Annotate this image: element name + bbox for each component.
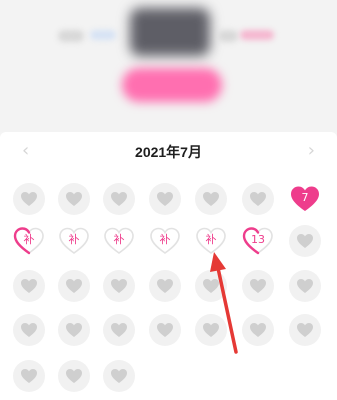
day-number: 7 — [301, 191, 309, 204]
day-cell-makeup[interactable]: 补 — [13, 225, 45, 257]
day-cell-empty[interactable] — [13, 183, 45, 215]
blurred-avatar — [130, 8, 210, 56]
day-cell-makeup[interactable]: 补 — [58, 225, 90, 257]
heart-icon — [21, 279, 37, 293]
makeup-label: 补 — [113, 233, 125, 246]
day-cell-empty[interactable] — [289, 225, 321, 257]
day-cell-filled[interactable]: 7 — [289, 183, 321, 215]
heart-icon — [66, 369, 82, 383]
heart-icon — [66, 279, 82, 293]
day-cell-today[interactable]: 13 — [242, 225, 274, 257]
blurred-text — [58, 30, 84, 42]
heart-icon — [203, 323, 219, 337]
day-cell-empty[interactable] — [58, 183, 90, 215]
heart-icon — [203, 192, 219, 206]
heart-icon — [297, 279, 313, 293]
heart-icon — [297, 323, 313, 337]
day-cell-empty[interactable] — [242, 183, 274, 215]
heart-icon — [111, 323, 127, 337]
heart-icon — [203, 279, 219, 293]
day-cell-empty[interactable] — [103, 314, 135, 346]
day-cell-empty[interactable] — [58, 360, 90, 392]
day-cell-empty[interactable] — [149, 270, 181, 302]
blurred-text — [218, 30, 238, 42]
day-cell-empty[interactable] — [289, 314, 321, 346]
heart-icon — [111, 369, 127, 383]
heart-icon — [250, 192, 266, 206]
day-cell-empty[interactable] — [242, 270, 274, 302]
heart-icon — [250, 279, 266, 293]
day-cell-empty[interactable] — [103, 270, 135, 302]
day-cell-empty[interactable] — [149, 314, 181, 346]
blurred-badge — [90, 30, 116, 40]
heart-icon — [66, 192, 82, 206]
heart-icon — [297, 234, 313, 248]
day-cell-empty[interactable] — [13, 360, 45, 392]
day-cell-empty[interactable] — [289, 270, 321, 302]
day-cell-empty[interactable] — [58, 314, 90, 346]
day-cell-empty[interactable] — [149, 183, 181, 215]
day-cell-empty[interactable] — [58, 270, 90, 302]
heart-icon — [111, 279, 127, 293]
heart-icon — [250, 323, 266, 337]
heart-icon — [21, 369, 37, 383]
day-cell-empty[interactable] — [13, 314, 45, 346]
blurred-header — [0, 0, 337, 132]
next-month-button[interactable]: › — [308, 140, 315, 161]
day-cell-makeup[interactable]: 补 — [149, 225, 181, 257]
heart-icon — [157, 323, 173, 337]
heart-icon — [111, 192, 127, 206]
day-cell-empty[interactable] — [195, 183, 227, 215]
heart-icon — [21, 323, 37, 337]
heart-icon — [66, 323, 82, 337]
heart-icon — [157, 279, 173, 293]
day-cell-empty[interactable] — [195, 314, 227, 346]
makeup-label: 补 — [159, 233, 171, 246]
makeup-label: 补 — [205, 233, 217, 246]
makeup-label: 补 — [68, 233, 80, 246]
heart-icon — [157, 192, 173, 206]
blurred-badge — [240, 30, 274, 40]
heart-icon — [21, 192, 37, 206]
day-cell-empty[interactable] — [103, 183, 135, 215]
blurred-action-button[interactable] — [122, 68, 222, 102]
day-cell-empty[interactable] — [195, 270, 227, 302]
makeup-label: 补 — [23, 233, 35, 246]
checkin-calendar: ‹ 2021年7月 › 7 补补补补补 13 — [0, 132, 337, 400]
day-number: 13 — [251, 233, 265, 246]
day-cell-makeup[interactable]: 补 — [103, 225, 135, 257]
day-cell-empty[interactable] — [242, 314, 274, 346]
day-cell-empty[interactable] — [103, 360, 135, 392]
day-cell-makeup[interactable]: 补 — [195, 225, 227, 257]
day-cell-empty[interactable] — [13, 270, 45, 302]
month-title: 2021年7月 — [135, 144, 202, 160]
